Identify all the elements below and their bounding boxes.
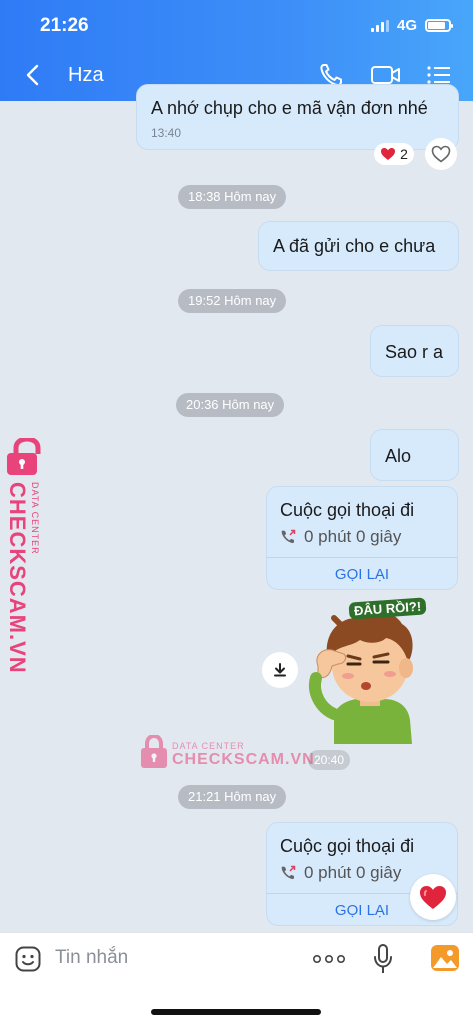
back-button[interactable] — [22, 62, 46, 88]
battery-icon — [425, 19, 453, 32]
heart-icon — [420, 885, 446, 909]
watermark-brand: CHECKSCAM.VN — [5, 482, 30, 674]
gallery-button[interactable] — [430, 944, 460, 972]
sticker-smile-icon — [15, 946, 41, 972]
image-gallery-icon — [431, 945, 459, 971]
heart-outline-icon — [431, 145, 451, 163]
date-separator: 20:36 Hôm nay — [176, 393, 285, 417]
lock-icon — [141, 735, 167, 768]
message-text: A nhớ chụp cho e mã vận đơn nhé — [151, 98, 428, 118]
watermark-horizontal: DATA CENTER CHECKSCAM.VN — [140, 733, 314, 773]
network-label: 4G — [396, 17, 417, 34]
outgoing-call-icon — [281, 865, 296, 880]
message-input[interactable]: Tin nhắn — [55, 947, 128, 969]
download-icon — [274, 663, 286, 677]
call-title: Cuộc gọi thoại đi — [280, 836, 415, 856]
heart-icon — [381, 148, 396, 160]
lock-icon — [7, 438, 41, 475]
home-indicator — [151, 1009, 321, 1015]
more-dots-icon — [312, 955, 345, 964]
message-bubble[interactable]: A nhớ chụp cho e mã vận đơn nhé 13:40 — [136, 84, 459, 150]
watermark-tagline: DATA CENTER — [172, 741, 245, 751]
message-text: A đã gửi cho e chưa — [273, 236, 436, 256]
watermark-vertical: CHECKSCAM.VN DATA CENTER — [4, 438, 54, 674]
more-options-button[interactable] — [312, 951, 346, 967]
watermark-brand: CHECKSCAM.VN — [172, 751, 315, 768]
watermark-tagline: DATA CENTER — [30, 482, 40, 555]
signal-icon — [370, 19, 389, 32]
date-separator: 18:38 Hôm nay — [178, 185, 287, 209]
date-separator: 21:21 Hôm nay — [178, 785, 287, 809]
call-back-button[interactable]: GỌI LẠI — [267, 558, 457, 589]
reaction-count-value: 2 — [400, 146, 408, 162]
call-duration-row: 0 phút 0 giây — [280, 527, 401, 547]
quick-heart-button[interactable] — [410, 874, 456, 920]
message-time: 13:40 — [151, 126, 182, 140]
date-separator: 19:52 Hôm nay — [178, 289, 287, 313]
status-time: 21:26 — [40, 15, 89, 36]
contact-name[interactable]: Hza — [68, 64, 104, 87]
message-text: Sao r a — [385, 342, 444, 362]
outgoing-call-icon — [281, 529, 296, 544]
sticker-image[interactable] — [304, 596, 430, 746]
call-duration: 0 phút 0 giây — [304, 863, 402, 882]
status-indicators: 4G — [370, 17, 453, 34]
microphone-icon — [374, 944, 392, 973]
react-button[interactable] — [425, 138, 457, 170]
call-duration-row: 0 phút 0 giây — [280, 863, 401, 883]
voice-record-button[interactable] — [372, 943, 394, 975]
message-bubble[interactable]: A đã gửi cho e chưa — [258, 221, 459, 271]
message-bubble[interactable]: Alo — [370, 429, 459, 481]
call-card: Cuộc gọi thoại đi 0 phút 0 giây GỌI LẠI — [266, 486, 458, 590]
call-duration: 0 phút 0 giây — [304, 527, 402, 546]
call-title: Cuộc gọi thoại đi — [280, 500, 415, 520]
message-bubble[interactable]: Sao r a — [370, 325, 459, 377]
message-text: Alo — [385, 446, 412, 466]
download-button[interactable] — [262, 652, 298, 688]
chevron-left-icon — [26, 64, 39, 86]
reaction-count[interactable]: 2 — [374, 143, 414, 165]
emoji-button[interactable] — [14, 945, 42, 973]
composer-bar: Tin nhắn — [0, 932, 473, 1024]
